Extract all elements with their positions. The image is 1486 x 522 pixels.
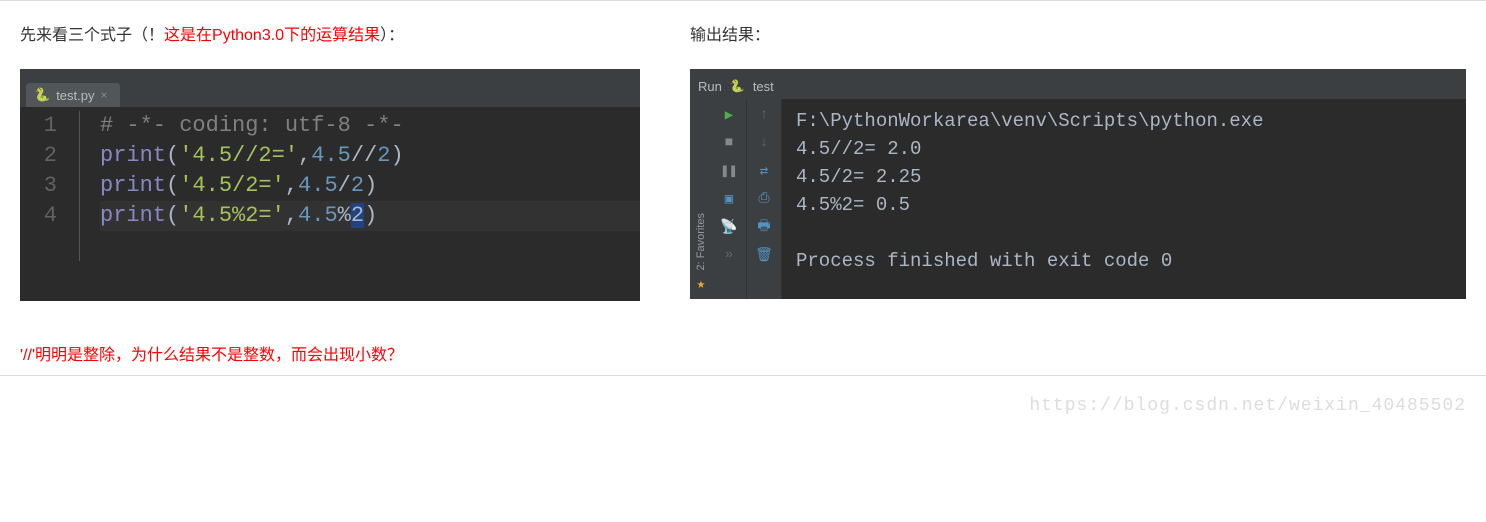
down-icon[interactable]: ↓ <box>756 135 772 151</box>
code-line: print('4.5%2=',4.5%2) <box>100 201 640 231</box>
scroll-icon[interactable]: ⎙ <box>756 191 772 207</box>
satellite-icon[interactable]: 📡 <box>721 219 737 235</box>
tab-filename: test.py <box>56 88 94 103</box>
output-label: 输出结果： <box>690 21 1466 45</box>
line-number: 3 <box>20 171 61 201</box>
run-header-label: Run <box>698 79 722 94</box>
star-icon: ★ <box>697 276 705 293</box>
line-number-gutter: 1234 <box>20 111 80 261</box>
run-panel: Run 🐍 test 2: Favorites ★ ▶ ■ ❚❚ ▣ 📡 <box>690 69 1466 299</box>
favorites-label: 2: Favorites <box>695 213 707 270</box>
run-icon[interactable]: ▶ <box>721 107 737 123</box>
line-number: 1 <box>20 111 61 141</box>
python-file-icon: 🐍 <box>34 87 50 103</box>
line-number: 4 <box>20 201 61 231</box>
line-number: 2 <box>20 141 61 171</box>
intro-suffix: ）： <box>380 27 404 44</box>
intro-prefix: 先来看三个式子（！ <box>20 27 164 44</box>
python-config-icon: 🐍 <box>730 79 745 93</box>
intro-emphasis: 这是在Python3.0下的运算结果 <box>164 27 380 44</box>
expand-icon[interactable]: » <box>721 247 737 263</box>
code-editor: 🐍 test.py × 1234 # -*- coding: utf-8 -*-… <box>20 69 640 301</box>
intro-text: 先来看三个式子（！这是在Python3.0下的运算结果）： <box>20 21 640 45</box>
code-line: print('4.5/2=',4.5/2) <box>100 173 377 198</box>
watermark: https://blog.csdn.net/weixin_40485502 <box>0 376 1486 420</box>
code-lines[interactable]: # -*- coding: utf-8 -*- print('4.5//2=',4… <box>80 111 640 261</box>
editor-tabbar: 🐍 test.py × <box>20 77 640 107</box>
console-output[interactable]: F:\PythonWorkarea\venv\Scripts\python.ex… <box>782 99 1466 299</box>
wrap-icon[interactable]: ⇄ <box>756 163 772 179</box>
code-line: print('4.5//2=',4.5//2) <box>100 143 404 168</box>
favorites-sidebar[interactable]: 2: Favorites ★ <box>690 99 712 299</box>
code-line: # -*- coding: utf-8 -*- <box>100 113 404 138</box>
run-toolbar-secondary: ↑ ↓ ⇄ ⎙ 🖶 🗑 <box>747 99 782 299</box>
question-text: '//'明明是整除，为什么结果不是整数，而会出现小数？ <box>0 311 1486 375</box>
run-header: Run 🐍 test <box>690 73 1466 99</box>
close-icon[interactable]: × <box>100 88 107 102</box>
editor-tab[interactable]: 🐍 test.py × <box>26 83 120 107</box>
pause-icon[interactable]: ❚❚ <box>721 163 737 179</box>
run-toolbar-primary: ▶ ■ ❚❚ ▣ 📡 » <box>712 99 747 299</box>
print-icon[interactable]: 🖶 <box>756 219 772 235</box>
stop-icon[interactable]: ■ <box>721 135 737 151</box>
up-icon[interactable]: ↑ <box>756 107 772 123</box>
layout-icon[interactable]: ▣ <box>721 191 737 207</box>
run-config-name: test <box>753 79 774 94</box>
trash-icon[interactable]: 🗑 <box>756 247 772 263</box>
